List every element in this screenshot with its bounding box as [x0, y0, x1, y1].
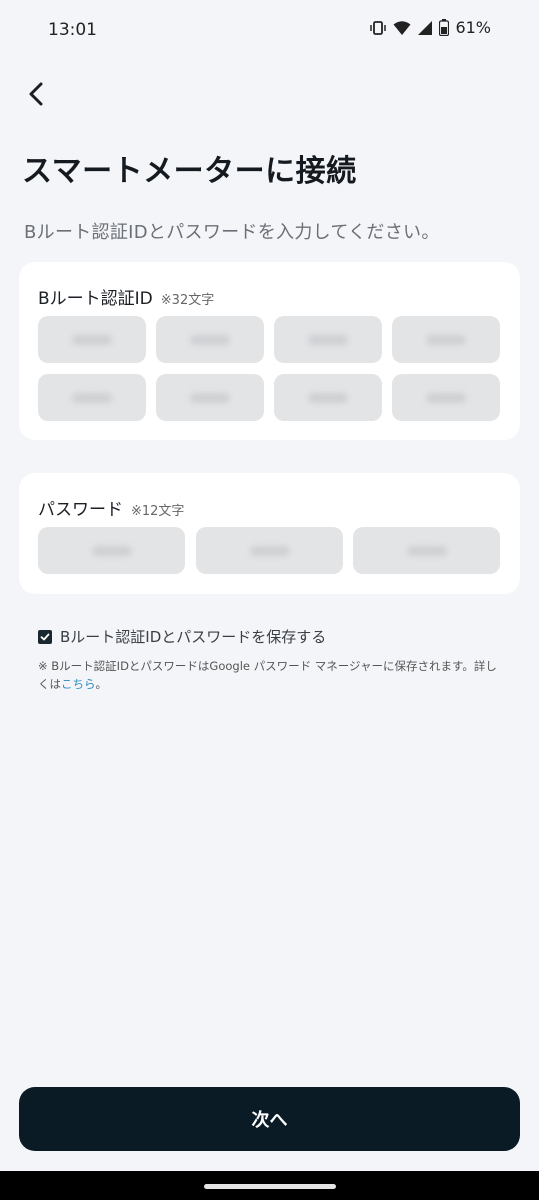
password-card: パスワード ※12文字	[19, 473, 520, 594]
save-credentials-checkbox[interactable]	[38, 629, 52, 644]
b-route-id-field-8[interactable]	[392, 374, 500, 421]
b-route-id-label-text: Bルート認証ID	[38, 289, 153, 309]
password-length-note: ※12文字	[131, 504, 185, 519]
save-credentials-note: ※ Bルート認証IDとパスワードはGoogle パスワード マネージャーに保存さ…	[38, 657, 503, 693]
b-route-id-label: Bルート認証ID ※32文字	[38, 284, 214, 309]
b-route-id-length-note: ※32文字	[160, 293, 215, 308]
b-route-id-field-7[interactable]	[274, 374, 382, 421]
back-button[interactable]	[20, 78, 52, 110]
battery-icon	[439, 19, 450, 36]
next-button[interactable]: 次へ	[19, 1087, 520, 1151]
details-link[interactable]: こちら	[61, 677, 96, 691]
home-indicator[interactable]	[204, 1184, 336, 1189]
status-icons: 61%	[369, 18, 491, 37]
password-label-text: パスワード	[38, 500, 123, 520]
password-field-1[interactable]	[38, 527, 185, 574]
wifi-icon	[393, 20, 411, 35]
save-note-end: 。	[95, 677, 108, 691]
page-subtitle: Bルート認証IDとパスワードを入力してください。	[24, 222, 440, 243]
b-route-id-field-2[interactable]	[156, 316, 264, 363]
b-route-id-field-5[interactable]	[38, 374, 146, 421]
battery-percent: 61%	[455, 18, 491, 37]
password-field-2[interactable]	[196, 527, 343, 574]
save-credentials-label: Bルート認証IDとパスワードを保存する	[60, 628, 327, 646]
b-route-id-field-4[interactable]	[392, 316, 500, 363]
chevron-left-icon	[29, 82, 43, 106]
save-credentials-row[interactable]: Bルート認証IDとパスワードを保存する	[38, 626, 326, 647]
status-bar: 13:01 61%	[0, 0, 539, 62]
b-route-id-field-1[interactable]	[38, 316, 146, 363]
page-title: スマートメーターに接続	[22, 154, 357, 189]
password-field-3[interactable]	[353, 527, 500, 574]
status-time: 13:01	[48, 20, 97, 40]
password-label: パスワード ※12文字	[38, 495, 184, 520]
check-icon	[40, 633, 50, 640]
b-route-id-card: Bルート認証ID ※32文字	[19, 262, 520, 440]
vibrate-icon	[370, 20, 387, 35]
b-route-id-field-6[interactable]	[156, 374, 264, 421]
signal-icon	[418, 20, 433, 35]
b-route-id-field-3[interactable]	[274, 316, 382, 363]
navigation-bar	[0, 1171, 539, 1200]
